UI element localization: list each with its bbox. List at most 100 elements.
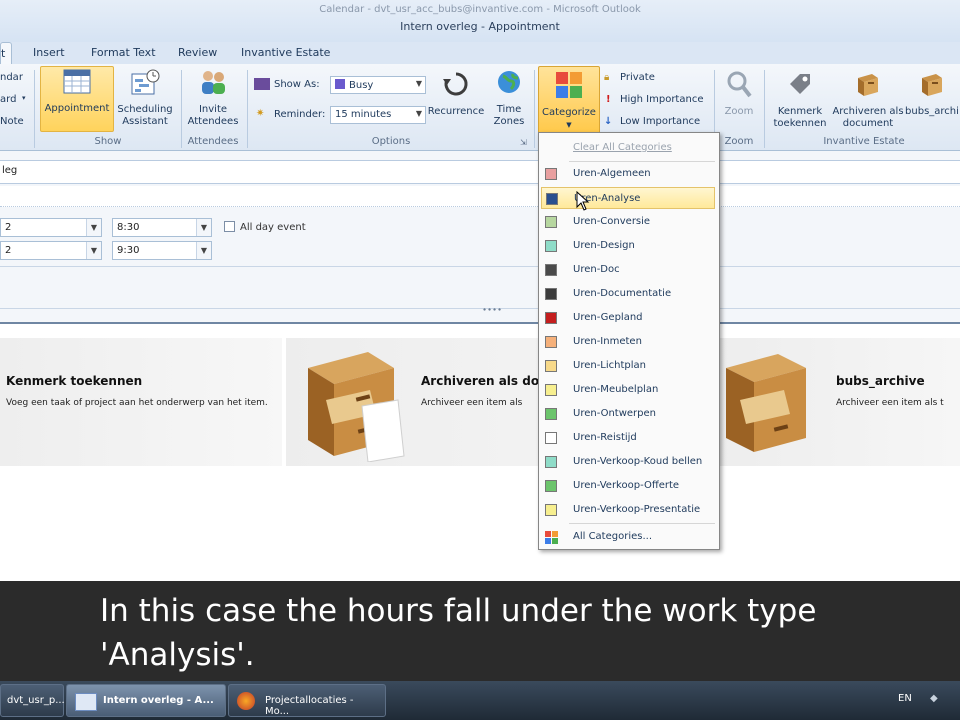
category-item[interactable]: Uren-Design: [541, 235, 715, 257]
category-color-swatch: [545, 360, 557, 372]
scheduling-assistant-button[interactable]: Scheduling Assistant: [114, 68, 176, 128]
invite-attendees-label: Invite Attendees: [187, 104, 239, 127]
category-label: Uren-Algemeen: [573, 168, 651, 179]
clear-all-categories[interactable]: Clear All Categories: [541, 137, 715, 159]
category-item[interactable]: Uren-Ontwerpen: [541, 403, 715, 425]
private-toggle[interactable]: Private: [620, 72, 655, 83]
tray-icon[interactable]: ◆: [930, 693, 938, 704]
window-title: Intern overleg - Appointment: [400, 20, 560, 33]
category-label: Uren-Reistijd: [573, 432, 637, 443]
chevron-down-icon: ▼: [415, 109, 422, 118]
taskbar-item-appointment[interactable]: Intern overleg - A...: [66, 684, 226, 717]
filing-cabinet-icon: [726, 354, 806, 452]
category-item[interactable]: Uren-Verkoop-Offerte: [541, 475, 715, 497]
all-day-checkbox[interactable]: [224, 221, 235, 232]
subject-field[interactable]: leg: [0, 160, 960, 184]
category-item[interactable]: Uren-Gepland: [541, 307, 715, 329]
category-item[interactable]: Uren-Doc: [541, 259, 715, 281]
chevron-down-icon[interactable]: ▼: [196, 219, 211, 236]
card-description: Archiveer een item als t: [836, 398, 944, 408]
tab-review[interactable]: Review: [178, 46, 217, 59]
chevron-down-icon: ▼: [566, 121, 572, 129]
end-date-field[interactable]: 2 ▼: [0, 241, 102, 260]
group-label-zoom: Zoom: [724, 136, 754, 147]
archiveren-als-document-button[interactable]: Archiveren als document: [832, 70, 904, 130]
time-zones-label: Time Zones: [493, 104, 525, 127]
calendar-button-partial[interactable]: ndar: [0, 72, 23, 83]
categorize-menu: Clear All Categories Uren-Algemeen Uren-A…: [538, 132, 720, 550]
category-item[interactable]: Uren-Verkoop-Presentatie: [541, 499, 715, 521]
category-label: Uren-Verkoop-Offerte: [573, 480, 680, 491]
taskbar-item-outlook-calendar[interactable]: dvt_usr_p...: [0, 684, 65, 717]
tab-invantive-estate[interactable]: Invantive Estate: [241, 46, 330, 59]
chevron-down-icon: ▼: [415, 79, 422, 88]
category-item[interactable]: Uren-Conversie: [541, 211, 715, 233]
all-categories[interactable]: All Categories...: [541, 526, 715, 548]
categorize-button[interactable]: Categorize ▼: [538, 66, 600, 134]
show-as-icon: [254, 78, 270, 90]
chevron-down-icon[interactable]: ▼: [86, 219, 101, 236]
end-time-field[interactable]: 9:30 ▼: [112, 241, 212, 260]
tab-insert[interactable]: Insert: [33, 46, 65, 59]
globe-icon: [498, 71, 520, 93]
chevron-down-icon[interactable]: ▼: [86, 242, 101, 259]
busy-swatch: [335, 79, 345, 89]
card-bubs-archive[interactable]: bubs_archive Archiveer een item als t: [714, 338, 960, 466]
ribbon: ndar ard ▾ Note Appointment Scheduling A…: [0, 64, 960, 151]
category-item[interactable]: Uren-Verkoop-Koud bellen: [541, 451, 715, 473]
category-item[interactable]: Uren-Reistijd: [541, 427, 715, 449]
reminder-select[interactable]: 15 minutes ▼: [330, 106, 426, 124]
location-field[interactable]: [0, 186, 960, 207]
category-item[interactable]: Uren-Algemeen: [541, 163, 715, 185]
high-importance-button[interactable]: High Importance: [620, 94, 703, 105]
subtitle-caption: In this case the hours fall under the wo…: [0, 581, 960, 681]
forward-button-partial[interactable]: ard: [0, 94, 16, 105]
category-color-swatch: [545, 504, 557, 516]
card-kenmerk-toekennen[interactable]: Kenmerk toekennen Voeg een taak of proje…: [0, 338, 282, 466]
invite-attendees-button[interactable]: Invite Attendees: [184, 68, 242, 128]
group-separator: [247, 70, 248, 148]
dialog-launcher-icon[interactable]: ⇲: [520, 138, 527, 147]
mouse-cursor-icon: [576, 191, 590, 211]
group-label-invantive-estate: Invantive Estate: [823, 136, 905, 147]
onenote-button-partial[interactable]: Note: [0, 116, 24, 127]
recurrence-button[interactable]: Recurrence: [426, 70, 486, 118]
appointment-label: Appointment: [44, 103, 110, 114]
appointment-button[interactable]: Appointment: [40, 66, 114, 132]
category-item[interactable]: Uren-Analyse: [541, 187, 715, 209]
category-item[interactable]: Uren-Lichtplan: [541, 355, 715, 377]
card-title: Archiveren als doc: [421, 374, 547, 388]
group-label-show: Show: [94, 136, 122, 147]
categorize-icon: [556, 72, 582, 98]
start-date-field[interactable]: 2 ▼: [0, 218, 102, 237]
calendar-icon: [75, 693, 97, 711]
category-label: Uren-Ontwerpen: [573, 408, 656, 419]
card-title: bubs_archive: [836, 374, 925, 388]
category-item[interactable]: Uren-Documentatie: [541, 283, 715, 305]
category-item[interactable]: Uren-Inmeten: [541, 331, 715, 353]
appointment-icon: [63, 69, 91, 94]
start-time-field[interactable]: 8:30 ▼: [112, 218, 212, 237]
time-zones-button[interactable]: Time Zones: [488, 68, 530, 128]
category-item[interactable]: Uren-Meubelplan: [541, 379, 715, 401]
show-as-label: Show As:: [274, 79, 320, 90]
category-color-swatch: [545, 312, 557, 324]
kenmerk-toekennen-button[interactable]: Kenmerk toekennen: [768, 70, 832, 130]
bubs-archive-button[interactable]: bubs_archi: [904, 70, 960, 118]
zoom-button[interactable]: Zoom: [718, 70, 760, 118]
tab-format-text[interactable]: Format Text: [91, 46, 156, 59]
message-body[interactable]: Kenmerk toekennen Voeg een taak of proje…: [0, 322, 960, 582]
group-separator: [764, 70, 765, 148]
low-importance-button[interactable]: Low Importance: [620, 116, 700, 127]
chevron-down-icon[interactable]: ▼: [196, 242, 211, 259]
group-label-attendees: Attendees: [187, 136, 239, 147]
show-as-select[interactable]: Busy ▼: [330, 76, 426, 94]
language-indicator[interactable]: EN: [898, 693, 912, 704]
category-color-swatch: [545, 216, 557, 228]
splitter-handle[interactable]: ∙∙∙∙: [482, 305, 502, 314]
taskbar-item-firefox[interactable]: Projectallocaties - Mo...: [228, 684, 386, 717]
category-label: Uren-Verkoop-Koud bellen: [573, 456, 703, 467]
card-description: Archiveer een item als: [421, 398, 523, 408]
category-label: Uren-Meubelplan: [573, 384, 659, 395]
menu-separator: [569, 161, 715, 162]
